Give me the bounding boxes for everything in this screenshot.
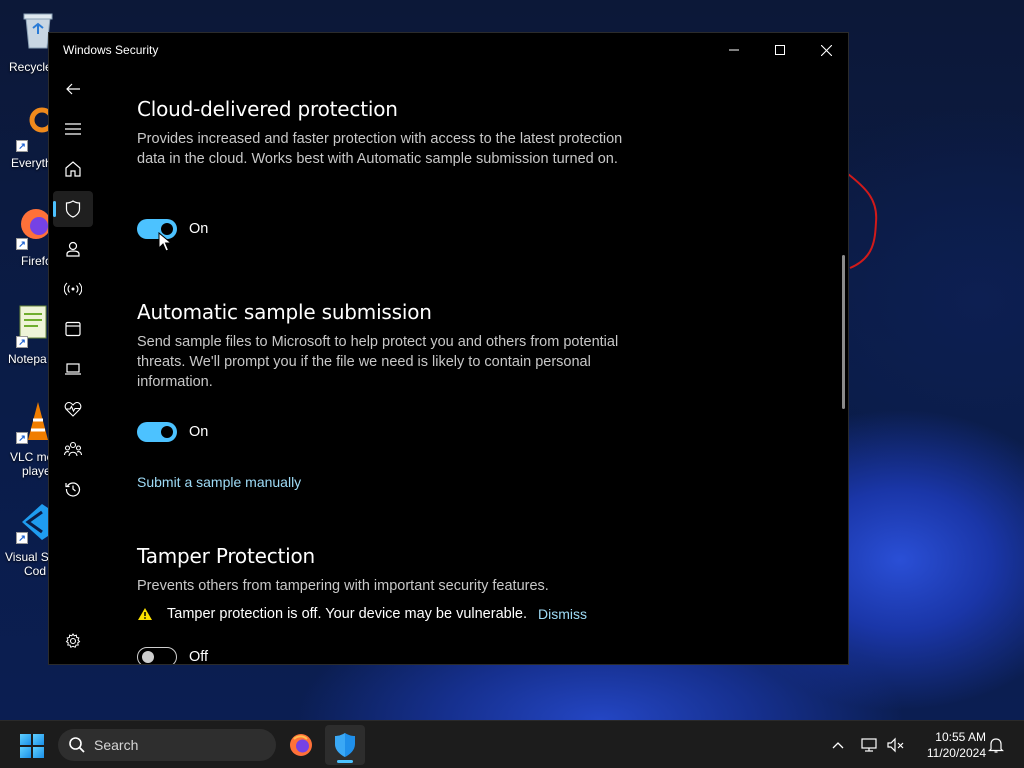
clock-time: 10:55 AM [935, 730, 986, 744]
shortcut-arrow-icon: ↗ [16, 140, 28, 152]
shortcut-arrow-icon: ↗ [16, 238, 28, 250]
tamper-warning-row: Tamper protection is off. Your device ma… [137, 606, 587, 622]
desktop-icon-label: Cod [24, 564, 47, 578]
show-hidden-icons-button[interactable] [828, 735, 848, 755]
shortcut-arrow-icon: ↗ [16, 336, 28, 348]
desktop-icon-recycle-bin[interactable]: Recycle [0, 8, 53, 78]
back-button[interactable] [53, 71, 93, 107]
desktop-icon-label: playe [22, 464, 51, 478]
desktop-icon-label: Recycle [9, 60, 52, 74]
network-status-button[interactable] [860, 735, 880, 755]
submit-sample-manually-link[interactable]: Submit a sample manually [137, 474, 301, 490]
shortcut-arrow-icon: ↗ [16, 532, 28, 544]
history-icon [65, 482, 81, 497]
shield-icon [65, 200, 81, 218]
sidebar-item-account-protection[interactable] [53, 231, 93, 267]
sidebar-item-virus-protection[interactable] [53, 191, 93, 227]
section-description-tamper-protection: Prevents others from tampering with impo… [137, 578, 549, 594]
hamburger-menu-icon [65, 123, 81, 135]
windows-logo-tile [33, 734, 44, 745]
desktop-icon-firefox[interactable]: ↗ Firefo [0, 202, 52, 272]
health-icon [64, 401, 82, 417]
dismiss-link[interactable]: Dismiss [538, 606, 587, 622]
sidebar-item-device-health[interactable] [53, 391, 93, 427]
mouse-cursor-icon [158, 232, 172, 252]
volume-muted-icon [887, 737, 904, 753]
windows-logo-tile [20, 747, 31, 758]
volume-button[interactable] [886, 735, 906, 755]
cloud-protection-toggle-row: On [137, 218, 208, 240]
account-icon [66, 241, 80, 257]
sample-submission-toggle[interactable] [137, 422, 177, 442]
sidebar-item-settings[interactable] [53, 623, 93, 659]
cloud-protection-toggle-state: On [189, 221, 209, 237]
sidebar-item-device-security[interactable] [53, 351, 93, 387]
start-button[interactable] [20, 734, 44, 758]
windows-logo-tile [33, 747, 44, 758]
taskbar-clock[interactable]: 10:55 AM 11/20/2024 [914, 729, 986, 761]
section-title-sample-submission: Automatic sample submission [137, 300, 432, 324]
sidebar-item-home[interactable] [53, 151, 93, 187]
sidebar-item-app-browser[interactable] [53, 311, 93, 347]
back-arrow-icon [66, 83, 80, 95]
family-icon [64, 441, 82, 457]
red-scribble-annotation [847, 173, 878, 269]
desktop-icon-vscode[interactable]: ↗ Visual St Cod [0, 500, 52, 584]
sample-submission-toggle-state: On [189, 424, 209, 440]
app-browser-icon [65, 321, 81, 337]
search-placeholder: Search [94, 737, 139, 753]
network-icon [64, 282, 82, 296]
clock-date: 11/20/2024 [926, 746, 986, 760]
settings-gear-icon [65, 633, 81, 648]
tamper-protection-toggle-row: Off [137, 646, 209, 665]
windows-security-window: Windows Security Cloud-delivered protect… [48, 32, 849, 665]
sidebar-nav [49, 67, 97, 664]
firefox-icon [290, 734, 312, 756]
tamper-warning-text: Tamper protection is off. Your device ma… [167, 606, 528, 622]
taskbar-app-firefox[interactable] [281, 725, 321, 765]
network-ethernet-icon [861, 738, 877, 752]
section-description-sample-submission: Send sample files to Microsoft to help p… [137, 334, 619, 390]
shortcut-arrow-icon: ↗ [16, 432, 28, 444]
menu-button[interactable] [53, 111, 93, 147]
section-title-cloud-protection: Cloud-delivered protection [137, 97, 398, 121]
desktop-icon-vlc[interactable]: ↗ VLC me playe [0, 398, 53, 482]
toggle-knob [142, 651, 154, 663]
tamper-protection-toggle[interactable] [137, 647, 177, 664]
close-icon [820, 44, 832, 56]
desktop-icon-label: Visual St [5, 550, 53, 564]
windows-logo-tile [20, 734, 31, 745]
notifications-button[interactable] [986, 735, 1006, 755]
home-icon [65, 161, 81, 177]
desktop-icon-notepad[interactable]: ↗ Notepa [0, 300, 48, 370]
warning-icon [138, 608, 152, 620]
device-laptop-icon [65, 363, 81, 375]
sidebar-item-family-options[interactable] [53, 431, 93, 467]
desktop-icon-label: Notepa [8, 352, 47, 366]
desktop-icon-label: VLC me [10, 450, 54, 464]
sample-submission-toggle-row: On [137, 421, 208, 443]
windows-security-shield-icon [335, 733, 355, 757]
taskbar-search-box[interactable]: Search [58, 729, 276, 761]
settings-content: Cloud-delivered protection Provides incr… [137, 33, 817, 665]
tamper-protection-toggle-state: Off [189, 649, 209, 665]
section-title-tamper-protection: Tamper Protection [137, 544, 316, 568]
chevron-up-icon [832, 742, 844, 749]
section-description-cloud-protection: Provides increased and faster protection… [137, 131, 623, 167]
vertical-scrollbar[interactable] [842, 255, 845, 409]
desktop-icon-everything[interactable]: ↗ Everyth [0, 104, 55, 174]
sidebar-item-firewall[interactable] [53, 271, 93, 307]
search-icon [69, 737, 85, 753]
toggle-knob [161, 426, 173, 438]
sidebar-item-protection-history[interactable] [53, 471, 93, 507]
bell-icon [988, 738, 1004, 753]
taskbar: Search 10:55 AM 11/20/2024 [0, 720, 1024, 768]
desktop-icon-label: Everyth [11, 156, 52, 170]
taskbar-app-windows-security[interactable] [325, 725, 365, 765]
